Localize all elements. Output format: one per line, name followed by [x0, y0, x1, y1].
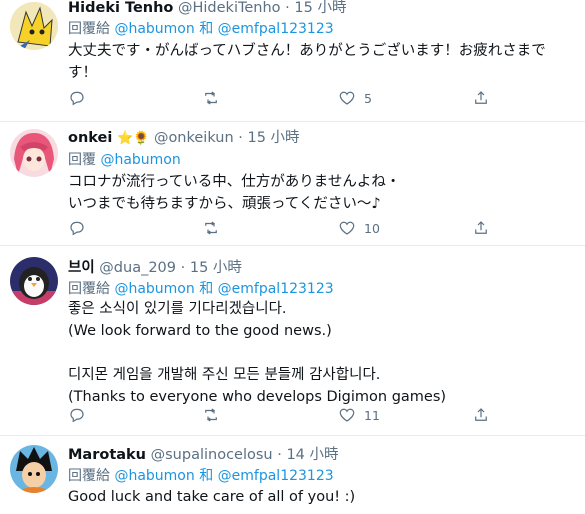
tweet-text: 좋은 소식이 있기를 기다리겠습니다. (We look forward to … [68, 301, 447, 405]
share-button[interactable] [472, 406, 490, 424]
tweet-actions: 5 [68, 89, 488, 109]
retweet-button[interactable] [202, 89, 220, 107]
reply-button[interactable] [68, 89, 86, 107]
like-count: 5 [364, 90, 372, 106]
timestamp[interactable]: 15 小時 [294, 0, 346, 16]
display-name[interactable]: Hideki Tenho [68, 0, 173, 16]
retweet-icon [205, 91, 217, 105]
reply-context: 回覆給 @habumon 和 @emfpal123123 [68, 20, 334, 38]
reply-prefix: 回覆 [68, 152, 96, 168]
retweet-icon [205, 221, 217, 235]
yellow-creature-avatar[interactable] [10, 2, 58, 50]
share-icon [475, 408, 487, 421]
display-name[interactable]: 브이 [68, 260, 95, 276]
mention-link[interactable]: @habumon [114, 468, 194, 484]
like-button[interactable]: 11 [338, 406, 380, 424]
penguin-avatar[interactable] [10, 257, 58, 305]
timestamp[interactable]: 14 小時 [286, 447, 338, 463]
tweet[interactable]: Marotaku @supalinocelosu · 14 小時 回覆給 @ha… [0, 436, 585, 514]
reply-prefix: 回覆給 [68, 281, 110, 297]
reply-joiner: 和 [199, 281, 214, 297]
tweet[interactable]: onkei ⭐🌻 @onkeikun · 15 小時 回覆 @habumon コ… [0, 122, 585, 246]
reply-context: 回覆給 @habumon 和 @emfpal123123 [68, 280, 334, 298]
tweet-actions: 10 [68, 219, 488, 239]
mention-link[interactable]: @emfpal123123 [218, 468, 334, 484]
heart-icon [339, 91, 355, 105]
heart-icon [339, 221, 355, 235]
mention-link[interactable]: @habumon [100, 152, 180, 168]
share-icon [475, 221, 487, 234]
tweet[interactable]: Hideki Tenho @HidekiTenho · 15 小時 回覆給 @h… [0, 0, 585, 122]
separator-dot: · [180, 260, 186, 276]
reply-button[interactable] [68, 406, 86, 424]
like-count: 10 [364, 220, 380, 236]
tweet[interactable]: 브이 @dua_209 · 15 小時 回覆給 @habumon 和 @emfp… [0, 246, 585, 436]
tweet-actions: 11 [68, 406, 488, 426]
share-icon [475, 91, 487, 104]
reply-button[interactable] [68, 219, 86, 237]
tweet-text: コロナが流行っている中、仕方がありませんよね・ いつまでも待ちますから、頑張って… [68, 174, 401, 212]
share-button[interactable] [472, 219, 490, 237]
anime-boy-avatar[interactable] [10, 445, 58, 493]
like-button[interactable]: 5 [338, 89, 372, 107]
mention-link[interactable]: @habumon [114, 281, 194, 297]
retweet-button[interactable] [202, 219, 220, 237]
retweet-button[interactable] [202, 406, 220, 424]
reply-prefix: 回覆給 [68, 468, 110, 484]
display-name[interactable]: Marotaku [68, 447, 146, 463]
timestamp[interactable]: 15 小時 [248, 130, 300, 146]
separator-dot: · [285, 0, 290, 16]
reply-icon [70, 221, 84, 236]
mention-link[interactable]: @emfpal123123 [218, 281, 334, 297]
user-handle[interactable]: @dua_209 [99, 260, 176, 276]
mention-link[interactable]: @habumon [114, 21, 194, 37]
display-name[interactable]: onkei [68, 130, 112, 146]
retweet-icon [205, 408, 217, 422]
tweet-text: 大丈夫です・がんばってハブさん！ありがとうございます！お疲れさまで す！ [68, 43, 546, 81]
separator-dot: · [277, 447, 282, 463]
user-handle[interactable]: @onkeikun [154, 130, 234, 146]
reply-prefix: 回覆給 [68, 21, 110, 37]
reply-joiner: 和 [199, 21, 214, 37]
mention-link[interactable]: @emfpal123123 [218, 21, 334, 37]
user-handle[interactable]: @supalinocelosu [151, 447, 273, 463]
share-button[interactable] [472, 89, 490, 107]
user-handle[interactable]: @HidekiTenho [178, 0, 281, 16]
like-count: 11 [364, 407, 380, 423]
reply-icon [70, 408, 84, 423]
timestamp[interactable]: 15 小時 [190, 260, 242, 276]
pink-hair-avatar[interactable] [10, 129, 58, 177]
like-button[interactable]: 10 [338, 219, 380, 237]
reply-joiner: 和 [199, 468, 214, 484]
reply-context: 回覆給 @habumon 和 @emfpal123123 [68, 467, 334, 485]
name-emoji: ⭐🌻 [116, 131, 150, 146]
tweet-text: Good luck and take care of all of you! :… [68, 489, 356, 505]
heart-icon [339, 408, 355, 422]
separator-dot: · [238, 130, 243, 146]
reply-context: 回覆 @habumon [68, 151, 181, 169]
reply-icon [70, 91, 84, 106]
